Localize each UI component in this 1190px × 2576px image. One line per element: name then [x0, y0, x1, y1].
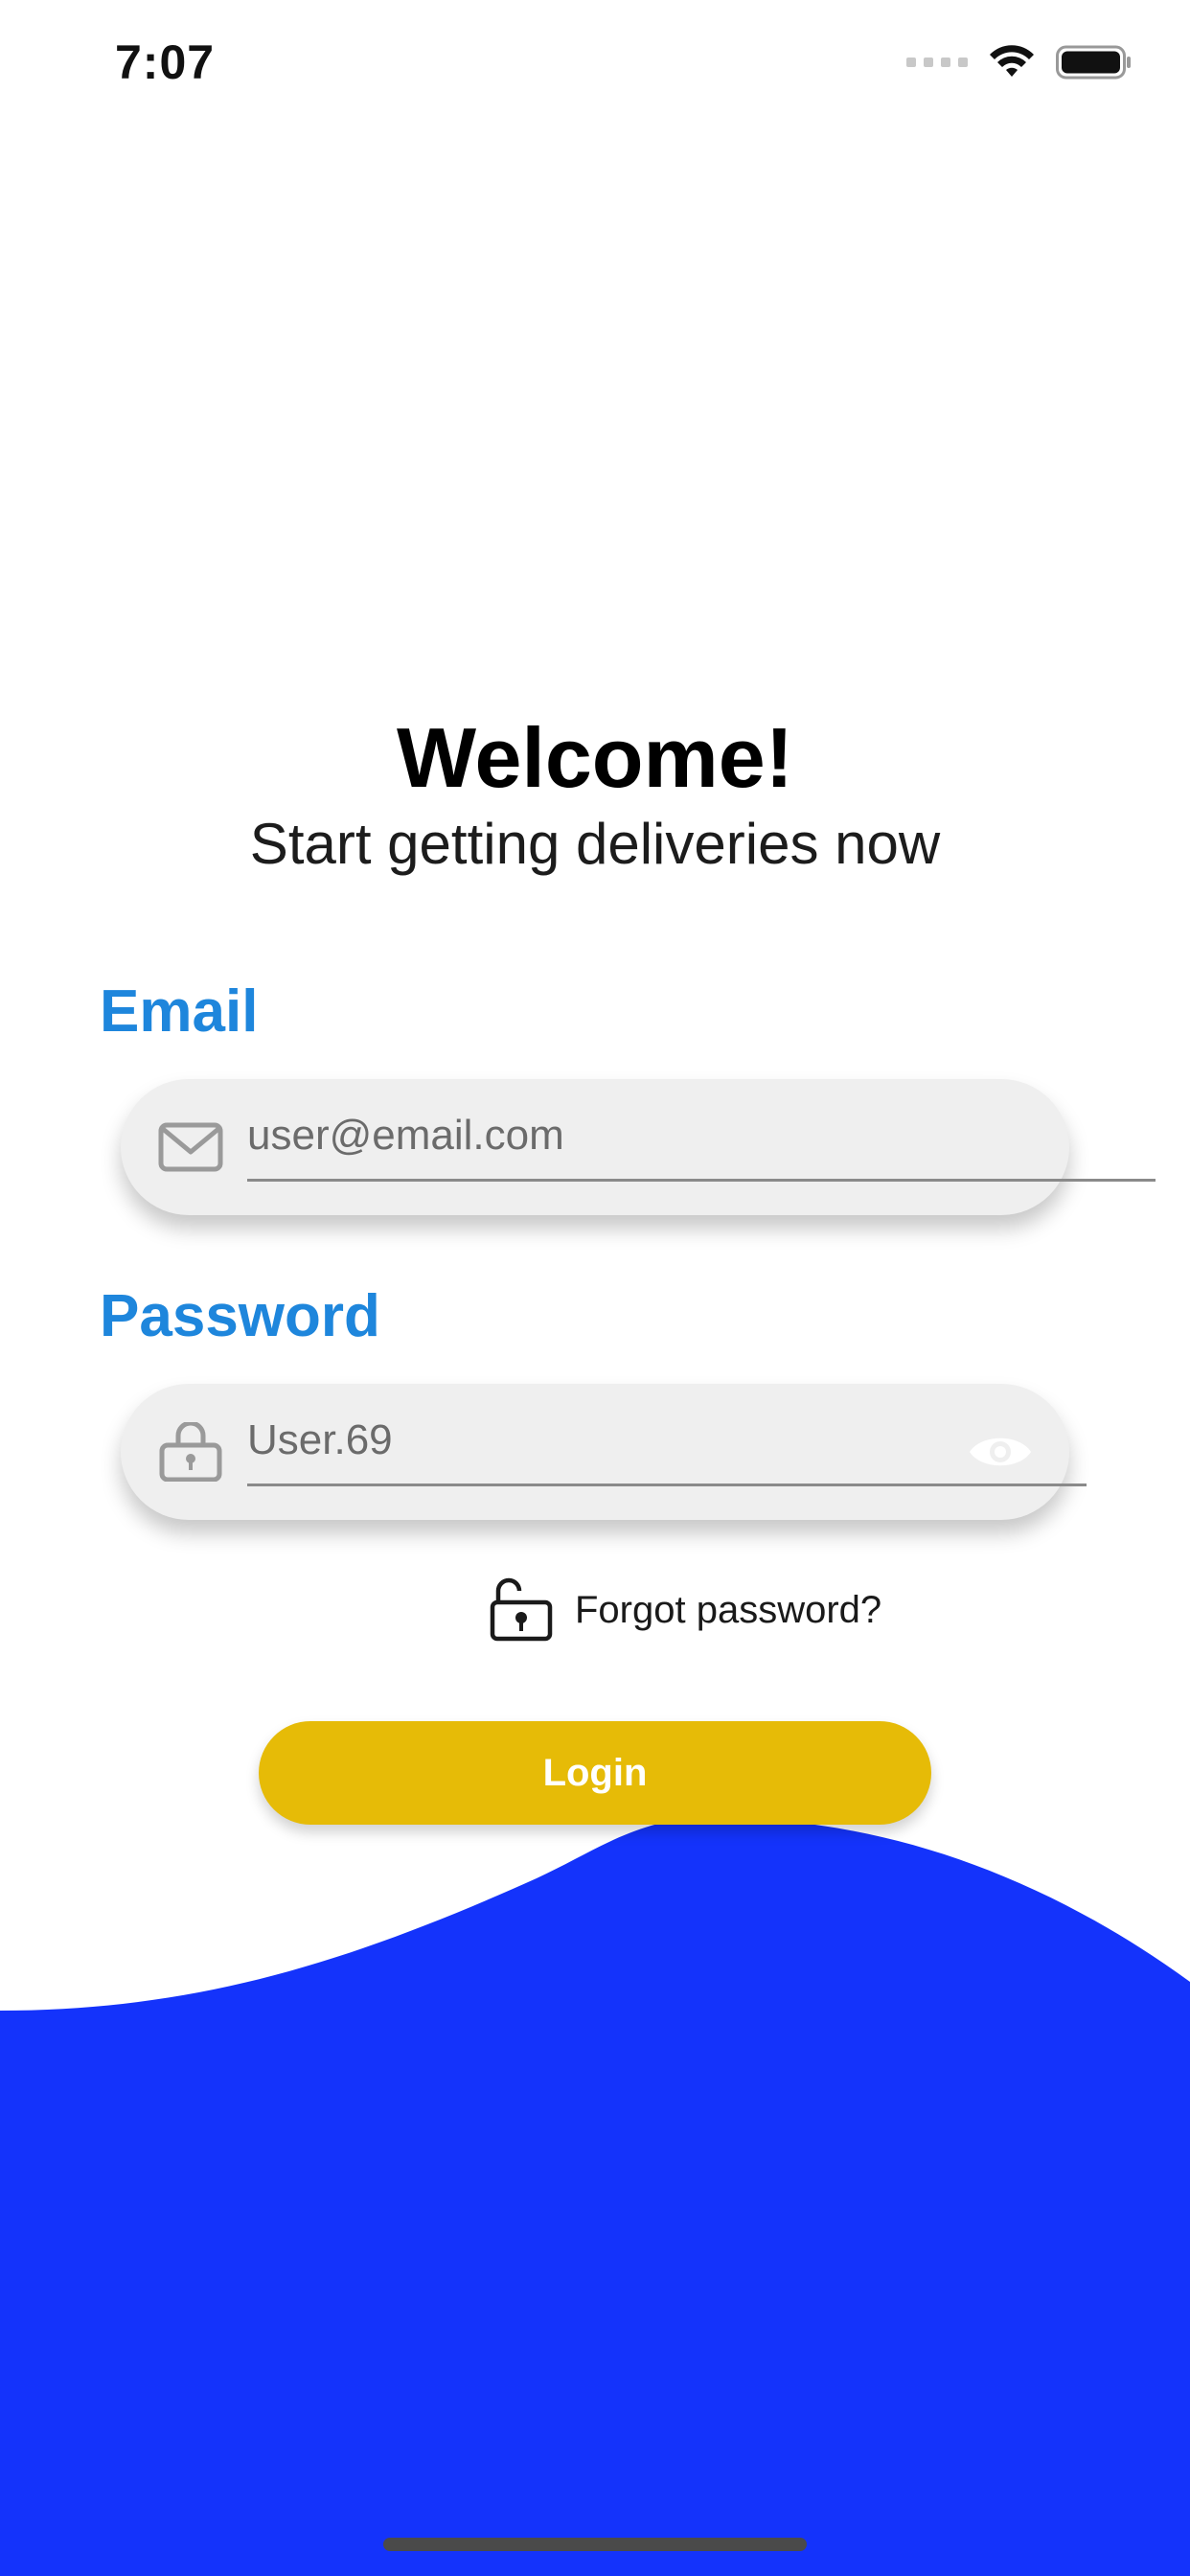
- status-bar: 7:07: [0, 0, 1190, 134]
- eye-icon[interactable]: [968, 1430, 1033, 1474]
- wifi-icon: [990, 45, 1034, 77]
- welcome-subtitle: Start getting deliveries now: [249, 812, 941, 876]
- unlock-icon: [490, 1577, 553, 1642]
- status-icons: [906, 44, 1133, 80]
- wave-background: [0, 1818, 1190, 2576]
- home-indicator[interactable]: [383, 2538, 807, 2551]
- battery-icon: [1056, 45, 1131, 80]
- password-underline: [247, 1484, 1087, 1486]
- welcome-title: Welcome!: [396, 710, 794, 805]
- envelope-icon: [158, 1122, 223, 1172]
- status-time: 7:07: [115, 35, 216, 89]
- password-input[interactable]: [247, 1407, 1087, 1474]
- login-button[interactable]: Login: [259, 1721, 931, 1825]
- email-underline: [247, 1179, 1156, 1182]
- password-field-container[interactable]: [121, 1384, 1087, 1520]
- cellular-signal-icon: [906, 58, 968, 67]
- forgot-password-link[interactable]: Forgot password?: [489, 1577, 881, 1643]
- forgot-password-label: Forgot password?: [575, 1588, 882, 1631]
- email-input[interactable]: [247, 1102, 1154, 1169]
- email-field-container[interactable]: [121, 1079, 1156, 1215]
- password-label: Password: [100, 1283, 380, 1349]
- email-label: Email: [100, 978, 259, 1045]
- lock-icon: [159, 1422, 222, 1482]
